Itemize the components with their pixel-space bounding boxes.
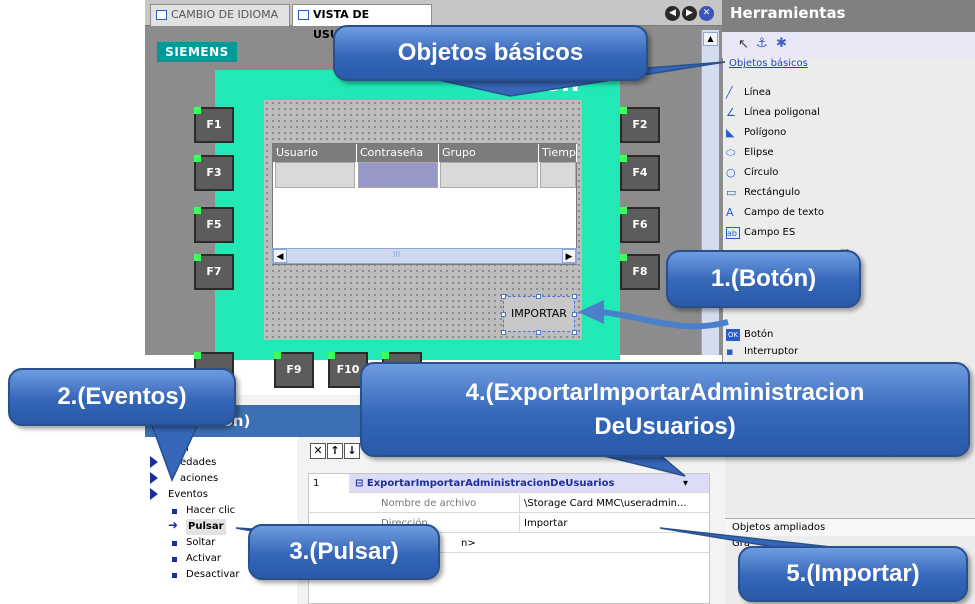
callout-pointer <box>659 527 841 549</box>
callout-pointer <box>148 419 202 482</box>
callout-eventos: 2.(Eventos) <box>8 368 236 426</box>
callout-pulsar: 3.(Pulsar) <box>248 524 440 580</box>
callout-boton: 1.(Botón) <box>666 250 861 308</box>
pointer-arrow-head <box>578 300 604 324</box>
pointer-arrow-line <box>599 309 729 330</box>
callout-pointer <box>599 454 686 477</box>
callout-objetos-basicos: Objetos básicos <box>333 25 648 81</box>
callout-importar: 5.(Importar) <box>738 546 968 602</box>
callout-funcion: 4.(ExportarImportarAdministracion DeUsua… <box>360 362 970 457</box>
